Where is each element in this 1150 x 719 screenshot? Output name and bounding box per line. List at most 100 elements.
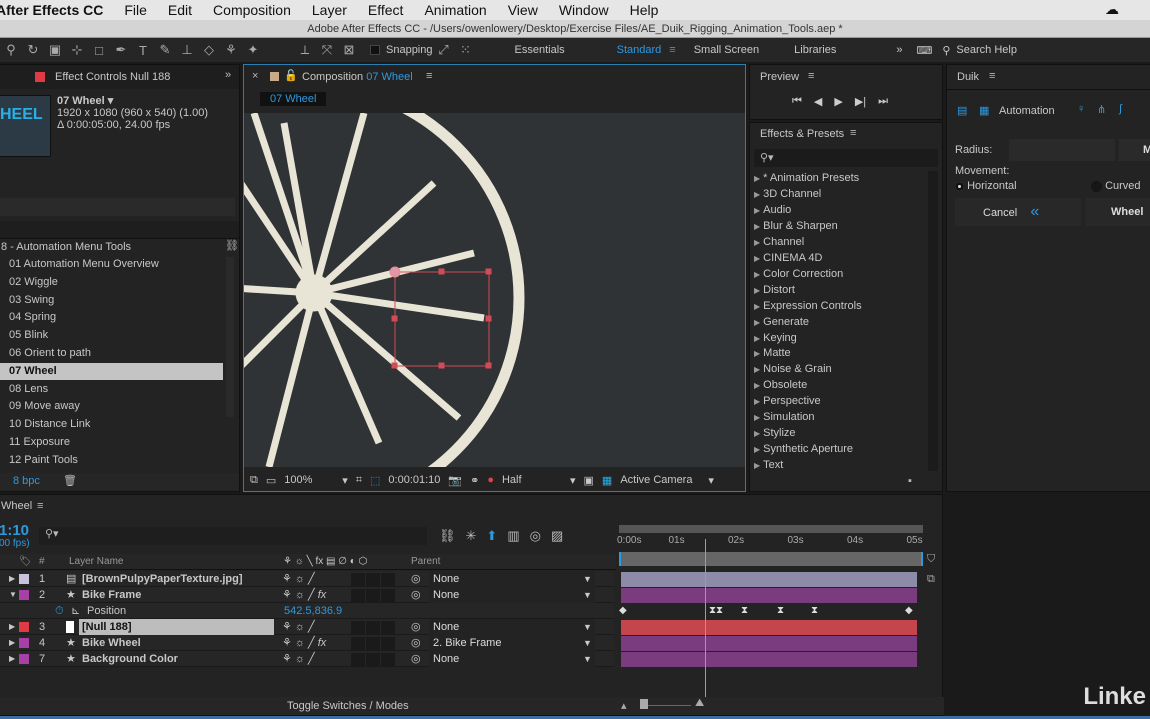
search-help-field[interactable]: Search Help: [956, 44, 1017, 56]
project-item[interactable]: 01 Automation Menu Overview: [0, 256, 223, 273]
menu-view[interactable]: View: [508, 2, 538, 18]
expand-triangle-icon[interactable]: ▶: [754, 286, 760, 295]
sync-settings-icon[interactable]: ⌨: [916, 44, 932, 57]
effects-menu-icon[interactable]: ≡: [850, 127, 856, 139]
effect-category[interactable]: ▶ Noise & Grain: [754, 361, 832, 378]
toggle-switches-modes-button[interactable]: Toggle Switches / Modes: [287, 700, 409, 712]
more-workspaces-icon[interactable]: »: [896, 44, 902, 56]
effect-category[interactable]: ▶ Audio: [754, 202, 791, 219]
resolution-dropdown[interactable]: Half: [502, 474, 562, 486]
color-channel-icon[interactable]: ●: [487, 474, 494, 486]
creative-cloud-icon[interactable]: ☁: [1105, 1, 1119, 18]
play-icon[interactable]: ▶: [834, 95, 842, 108]
expand-triangle-icon[interactable]: ▶: [754, 302, 760, 311]
last-frame-icon[interactable]: ⏭: [878, 95, 888, 108]
menu-layer[interactable]: Layer: [312, 2, 347, 18]
workspace-essentials[interactable]: Essentials: [515, 44, 565, 56]
flowchart-icon[interactable]: ⛓: [225, 239, 239, 252]
snap-grid-icon[interactable]: ⁙: [455, 42, 477, 58]
mask-visibility-icon[interactable]: ⬚: [370, 474, 380, 487]
expand-triangle-icon[interactable]: ▶: [754, 318, 760, 327]
axis-view-icon[interactable]: ⊠: [338, 42, 360, 58]
new-bin-icon[interactable]: ▪: [908, 475, 912, 487]
effect-category[interactable]: ▶ Generate: [754, 314, 809, 331]
axis-icon[interactable]: ⟂: [294, 42, 316, 58]
zoom-out-icon[interactable]: ▴: [621, 699, 627, 712]
type-tool-icon[interactable]: T: [132, 43, 154, 58]
project-item[interactable]: 08 Lens: [0, 381, 223, 398]
rectangle-tool-icon[interactable]: □: [88, 43, 110, 58]
camera-dropdown[interactable]: Active Camera: [620, 474, 700, 486]
expand-triangle-icon[interactable]: ▶: [754, 461, 760, 470]
project-folder[interactable]: 8 - Automation Menu Tools: [1, 239, 131, 256]
keyframe-icon[interactable]: ◆: [619, 603, 627, 619]
wheel-button[interactable]: Wheel: [1085, 198, 1150, 226]
expand-triangle-icon[interactable]: ▶: [754, 365, 760, 374]
effect-category[interactable]: ▶ Distort: [754, 282, 795, 299]
app-menu[interactable]: After Effects CC: [0, 2, 103, 18]
effect-category[interactable]: ▶ Expression Controls: [754, 298, 862, 315]
keyframe-icon[interactable]: ◆: [905, 603, 913, 619]
expand-triangle-icon[interactable]: ▶: [754, 222, 760, 231]
project-search[interactable]: [0, 198, 235, 216]
zoom-in-icon[interactable]: ⛰: [695, 697, 704, 710]
camera-tool-icon[interactable]: ▣: [44, 42, 66, 58]
zoom-tool-icon[interactable]: ⚲: [0, 42, 22, 58]
tab-automation[interactable]: Automation: [999, 105, 1055, 117]
project-item[interactable]: 11 Exposure: [0, 434, 223, 451]
expand-triangle-icon[interactable]: ▶: [754, 254, 760, 263]
pan-behind-tool-icon[interactable]: ⊹: [66, 42, 88, 58]
expand-triangle-icon[interactable]: ▶: [754, 381, 760, 390]
horizontal-radio[interactable]: Horizontal: [955, 180, 1017, 192]
tab-effect-controls[interactable]: Effect Controls Null 188: [55, 71, 170, 83]
effect-category[interactable]: ▶ Blur & Sharpen: [754, 218, 838, 235]
cancel-button[interactable]: Cancel «: [955, 198, 1081, 226]
animation-icon[interactable]: ⋔: [1097, 103, 1106, 116]
layer-duration-bar[interactable]: [621, 620, 917, 635]
project-item[interactable]: 04 Spring: [0, 309, 223, 326]
workspace-menu-icon[interactable]: ≡: [669, 44, 675, 56]
transparency-grid-icon[interactable]: ▦: [602, 474, 612, 487]
duik-menu-icon[interactable]: ≡: [989, 70, 995, 82]
effect-category[interactable]: ▶ * Animation Presets: [754, 170, 859, 187]
expand-triangle-icon[interactable]: ▶: [754, 270, 760, 279]
layer-duration-bar[interactable]: [621, 652, 917, 667]
show-channel-icon[interactable]: ⚭: [470, 474, 479, 487]
menu-window[interactable]: Window: [559, 2, 609, 18]
menu-composition[interactable]: Composition: [213, 2, 291, 18]
display-icon[interactable]: ▭: [266, 474, 276, 487]
comp-subtab[interactable]: 07 Wheel: [260, 92, 327, 106]
project-item[interactable]: 02 Wiggle: [0, 274, 223, 291]
effect-category[interactable]: ▶ Stylize: [754, 425, 796, 442]
lock-icon[interactable]: 🔓: [284, 69, 298, 82]
project-item[interactable]: 07 Wheel: [0, 362, 223, 380]
curve-icon[interactable]: ∫: [1119, 103, 1122, 115]
resolution-chevron-down-icon[interactable]: ▾: [570, 474, 576, 487]
effect-category[interactable]: ▶ Perspective: [754, 393, 821, 410]
prev-frame-icon[interactable]: ◀: [814, 95, 822, 108]
keyframe-icon[interactable]: ⧗: [741, 603, 748, 619]
effect-category[interactable]: ▶ Channel: [754, 234, 804, 251]
workspace-libraries[interactable]: Libraries: [794, 44, 836, 56]
expand-triangle-icon[interactable]: ▶: [754, 190, 760, 199]
effect-category[interactable]: ▶ Color Correction: [754, 266, 843, 283]
snapping-checkbox[interactable]: [370, 45, 380, 55]
expand-triangle-icon[interactable]: ▶: [754, 174, 760, 183]
expand-triangle-icon[interactable]: ▶: [754, 206, 760, 215]
zoom-slider[interactable]: [641, 705, 691, 706]
roto-brush-icon[interactable]: ⚘: [220, 42, 242, 58]
layer-duration-bar[interactable]: [621, 588, 917, 603]
rotate-tool-icon[interactable]: ↻: [22, 42, 44, 58]
expand-triangle-icon[interactable]: ▶: [754, 334, 760, 343]
project-item[interactable]: 03 Swing: [0, 292, 223, 309]
effect-category[interactable]: ▶ Simulation: [754, 409, 815, 426]
measure-button[interactable]: M: [1119, 139, 1150, 161]
layer-duration-bar[interactable]: [621, 572, 917, 587]
eraser-tool-icon[interactable]: ◇: [198, 42, 220, 58]
effect-category[interactable]: ▶ Matte: [754, 345, 791, 362]
zoom-slider-handle[interactable]: [640, 699, 648, 709]
radius-input[interactable]: [1009, 139, 1115, 161]
current-time[interactable]: 0:00:01:10: [388, 474, 440, 486]
effect-category[interactable]: ▶ Text: [754, 457, 783, 474]
rigging-icon[interactable]: ♀: [1077, 103, 1085, 115]
